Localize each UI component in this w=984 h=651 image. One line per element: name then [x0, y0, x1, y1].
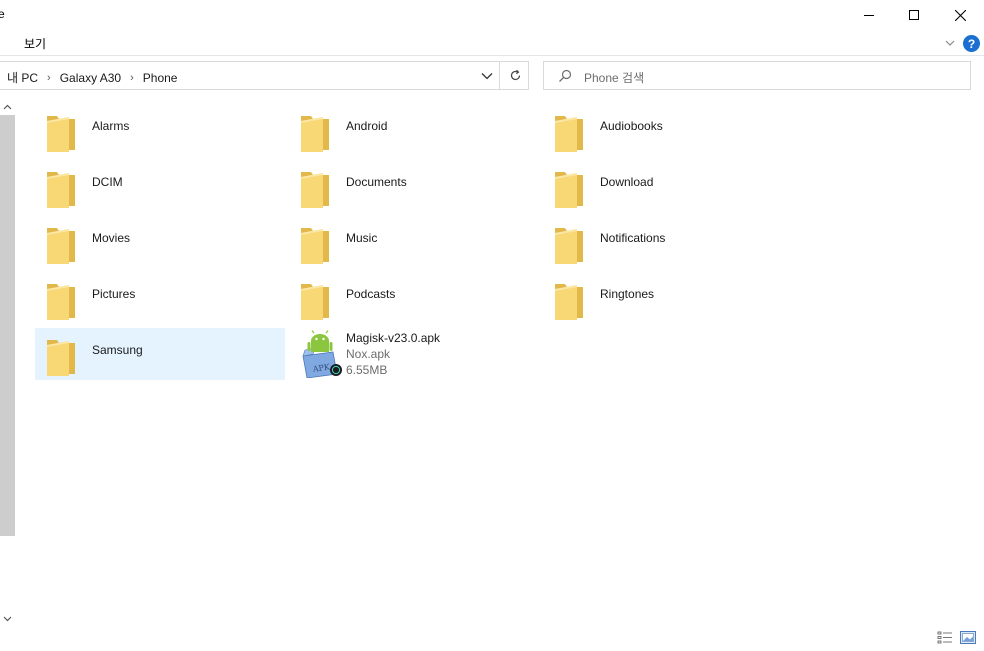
folder-icon: [47, 228, 75, 264]
folder-icon: [301, 172, 329, 208]
breadcrumb-separator[interactable]: ›: [47, 72, 51, 84]
list-item-folder[interactable]: Android: [289, 104, 539, 156]
refresh-icon: [510, 69, 520, 81]
file-list: Alarms Android Audiobooks DCIM Documents Down…: [15, 98, 984, 628]
breadcrumb: 내 PC › Galaxy A30 › Phone: [7, 69, 177, 86]
folder-name: Documents: [346, 175, 407, 189]
folder-name: Music: [346, 231, 378, 245]
folder-name: Audiobooks: [600, 119, 663, 133]
folder-name: Download: [600, 175, 654, 189]
folder-name: Android: [346, 119, 388, 133]
ribbon-bar: 보기 ?: [0, 30, 984, 56]
list-item-folder[interactable]: Notifications: [543, 216, 793, 268]
list-item-folder[interactable]: Ringtones: [543, 272, 793, 324]
address-history-button[interactable]: [476, 62, 498, 89]
address-divider: [499, 62, 500, 89]
list-item-folder[interactable]: Alarms: [35, 104, 285, 156]
breadcrumb-galaxy-a30[interactable]: Galaxy A30: [60, 71, 121, 85]
apk-file-name: Magisk-v23.0.apk: [346, 331, 441, 345]
search-icon: [559, 69, 572, 82]
folder-icon: [47, 340, 75, 376]
folder-icon: [47, 172, 75, 208]
address-bar[interactable]: 내 PC › Galaxy A30 › Phone: [0, 61, 529, 90]
scroll-up-button[interactable]: [0, 98, 15, 115]
refresh-button[interactable]: [502, 62, 528, 89]
tab-view[interactable]: 보기: [24, 35, 46, 52]
folder-name: Samsung: [92, 343, 143, 357]
folder-icon: [301, 116, 329, 152]
breadcrumb-this-pc[interactable]: 내 PC: [7, 69, 38, 86]
folder-icon: [555, 116, 583, 152]
window-title: e: [0, 7, 5, 21]
folder-name: Notifications: [600, 231, 666, 245]
close-icon: [954, 9, 966, 21]
list-item-folder[interactable]: Movies: [35, 216, 285, 268]
scroll-down-button[interactable]: [0, 610, 15, 627]
list-item-folder[interactable]: Documents: [289, 160, 539, 212]
list-item-folder[interactable]: DCIM: [35, 160, 285, 212]
folder-icon: [47, 284, 75, 320]
list-item-folder[interactable]: Pictures: [35, 272, 285, 324]
breadcrumb-separator[interactable]: ›: [130, 72, 134, 84]
chevron-down-icon[interactable]: [943, 37, 957, 49]
folder-icon: [301, 284, 329, 320]
folder-name: Movies: [92, 231, 131, 245]
scroll-thumb[interactable]: [0, 115, 15, 536]
maximize-icon: [909, 10, 919, 20]
breadcrumb-phone[interactable]: Phone: [143, 71, 178, 85]
folder-icon: [301, 228, 329, 264]
folder-icon: [555, 284, 583, 320]
folder-name: Alarms: [92, 119, 130, 133]
large-icons-view-icon[interactable]: [960, 631, 976, 644]
apk-file-size: 6.55MB: [346, 363, 388, 377]
close-button[interactable]: [937, 0, 983, 30]
details-view-icon[interactable]: [937, 631, 953, 644]
folder-name: Pictures: [92, 287, 136, 301]
apk-file-type: Nox.apk: [346, 347, 391, 361]
search-input[interactable]: Phone 검색: [584, 69, 644, 86]
folder-icon: [555, 172, 583, 208]
minimize-icon: [864, 15, 874, 16]
minimize-button[interactable]: [846, 0, 892, 30]
folder-name: Podcasts: [346, 287, 396, 301]
navigation-scrollbar[interactable]: [0, 98, 15, 628]
chevron-up-icon: [3, 104, 12, 109]
folder-icon: [47, 116, 75, 152]
list-item-folder[interactable]: Audiobooks: [543, 104, 793, 156]
search-box[interactable]: Phone 검색: [543, 61, 971, 90]
folder-name: Ringtones: [600, 287, 655, 301]
list-item-folder[interactable]: Samsung: [35, 328, 285, 380]
list-item-folder[interactable]: Download: [543, 160, 793, 212]
folder-name: DCIM: [92, 175, 123, 189]
list-item-folder[interactable]: Music: [289, 216, 539, 268]
chevron-down-icon: [481, 72, 493, 79]
apk-file-icon: APK: [302, 330, 342, 378]
maximize-button[interactable]: [891, 0, 937, 30]
help-icon[interactable]: ?: [963, 35, 980, 52]
title-bar: e: [0, 0, 984, 30]
folder-icon: [555, 228, 583, 264]
list-item-apk[interactable]: APK Magisk-v23.0.apk Nox.apk 6.55MB: [289, 328, 539, 380]
chevron-down-icon: [3, 616, 12, 621]
list-item-folder[interactable]: Podcasts: [289, 272, 539, 324]
